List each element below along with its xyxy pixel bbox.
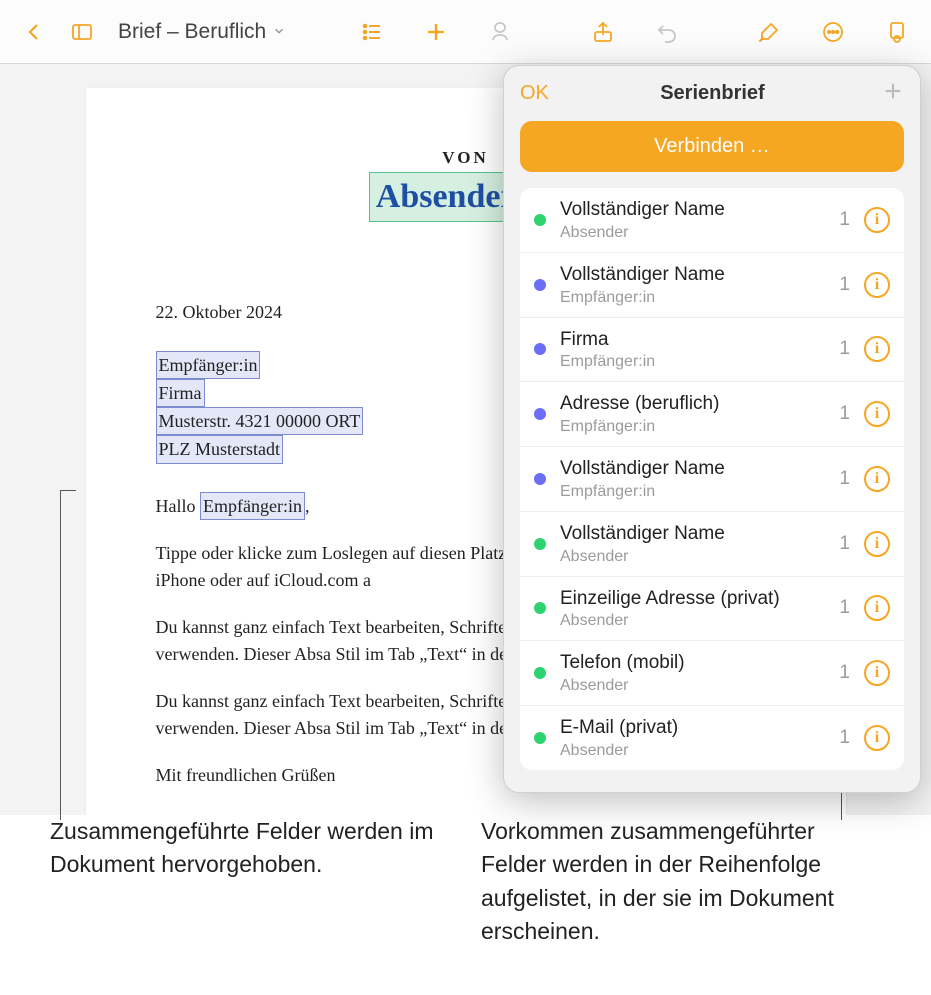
info-icon[interactable]: i: [864, 207, 890, 233]
field-sub: Absender: [560, 742, 825, 760]
field-text: FirmaEmpfänger:in: [560, 328, 825, 372]
merge-field-row[interactable]: Vollständiger Name Absender 1i: [520, 188, 904, 253]
color-dot: [534, 279, 546, 291]
field-text: Vollständiger Name Absender: [560, 198, 825, 242]
connect-button[interactable]: Verbinden …: [520, 121, 904, 172]
info-icon[interactable]: i: [864, 531, 890, 557]
field-name: Telefon (mobil): [560, 651, 825, 675]
field-sub: Absender: [560, 548, 825, 566]
sidebar-icon[interactable]: [62, 12, 102, 52]
field-sub: Absender: [560, 612, 825, 630]
callout-leader: [60, 490, 61, 820]
field-text: Vollständiger Name Empfänger:in: [560, 263, 825, 307]
field-text: Vollständiger Name Absender: [560, 522, 825, 566]
field-sub: Empfänger:in: [560, 289, 825, 307]
field-text: Vollständiger Name Empfänger:in: [560, 457, 825, 501]
merge-field-row[interactable]: E-Mail (privat) Absender 1i: [520, 706, 904, 770]
info-icon[interactable]: i: [864, 725, 890, 751]
merge-field-row[interactable]: Einzeilige Adresse (privat)Absender 1i: [520, 577, 904, 642]
callout-leader: [60, 490, 76, 491]
field-name: Vollständiger Name: [560, 263, 825, 287]
merge-field-address1[interactable]: Musterstr. 4321 00000 ORT: [156, 407, 364, 435]
field-count: 1: [839, 274, 850, 296]
info-icon[interactable]: i: [864, 401, 890, 427]
field-text: Telefon (mobil) Absender: [560, 651, 825, 695]
info-icon[interactable]: i: [864, 660, 890, 686]
color-dot: [534, 408, 546, 420]
merge-field-recipient-name[interactable]: Empfänger:in: [156, 351, 261, 379]
info-icon[interactable]: i: [864, 336, 890, 362]
field-name: E-Mail (privat): [560, 716, 825, 740]
color-dot: [534, 214, 546, 226]
field-sub: Absender: [560, 224, 825, 242]
merge-field-row[interactable]: Adresse (beruflich) Empfänger:in 1i: [520, 382, 904, 447]
merge-field-row[interactable]: FirmaEmpfänger:in 1i: [520, 318, 904, 383]
field-name: Firma: [560, 328, 825, 352]
collaborate-icon[interactable]: [480, 12, 520, 52]
document-title-text: Brief – Beruflich: [118, 20, 266, 44]
field-sub: Empfänger:in: [560, 418, 825, 436]
chevron-down-icon: [272, 20, 286, 44]
color-dot: [534, 602, 546, 614]
field-count: 1: [839, 403, 850, 425]
add-icon[interactable]: [416, 12, 456, 52]
callout-area: Zusammengeführte Felder werden im Dokume…: [0, 815, 931, 948]
merge-field-company[interactable]: Firma: [156, 379, 205, 407]
field-count: 1: [839, 209, 850, 231]
document-title[interactable]: Brief – Beruflich: [118, 20, 286, 44]
greeting-pre: Hallo: [156, 496, 201, 516]
info-icon[interactable]: i: [864, 466, 890, 492]
toolbar: Brief – Beruflich: [0, 0, 931, 64]
field-name: Vollständiger Name: [560, 522, 825, 546]
color-dot: [534, 343, 546, 355]
field-text: Einzeilige Adresse (privat)Absender: [560, 587, 825, 631]
panel-ok-button[interactable]: OK: [520, 82, 549, 105]
panel-add-button[interactable]: [876, 80, 904, 107]
color-dot: [534, 538, 546, 550]
merge-field-address2[interactable]: PLZ Musterstadt: [156, 435, 284, 463]
greeting-post: ,: [305, 496, 310, 516]
field-count: 1: [839, 468, 850, 490]
merge-field-greeting-recipient[interactable]: Empfänger:in: [200, 492, 305, 520]
field-sub: Absender: [560, 677, 825, 695]
panel-title: Serienbrief: [549, 82, 876, 105]
merge-field-row[interactable]: Vollständiger Name Absender 1i: [520, 512, 904, 577]
field-name: Adresse (beruflich): [560, 392, 825, 416]
color-dot: [534, 473, 546, 485]
list-icon[interactable]: [352, 12, 392, 52]
field-name: Vollständiger Name: [560, 457, 825, 481]
color-dot: [534, 667, 546, 679]
more-icon[interactable]: [813, 12, 853, 52]
field-count: 1: [839, 338, 850, 360]
info-icon[interactable]: i: [864, 272, 890, 298]
merge-field-list: Vollständiger NameAbsender1iVollständige…: [520, 188, 904, 770]
color-dot: [534, 732, 546, 744]
field-count: 1: [839, 662, 850, 684]
field-count: 1: [839, 597, 850, 619]
back-icon[interactable]: [14, 12, 54, 52]
field-text: Adresse (beruflich) Empfänger:in: [560, 392, 825, 436]
mail-merge-panel: OK Serienbrief Verbinden … Vollständiger…: [503, 65, 921, 793]
undo-icon[interactable]: [647, 12, 687, 52]
share-icon[interactable]: [583, 12, 623, 52]
document-options-icon[interactable]: [877, 12, 917, 52]
field-name: Vollständiger Name: [560, 198, 825, 222]
merge-field-row[interactable]: Vollständiger Name Empfänger:in 1i: [520, 447, 904, 512]
field-count: 1: [839, 533, 850, 555]
format-brush-icon[interactable]: [749, 12, 789, 52]
callout-right: Vorkommen zusammengeführter Felder werde…: [481, 815, 881, 948]
callout-left: Zusammengeführte Felder werden im Dokume…: [50, 815, 450, 948]
info-icon[interactable]: i: [864, 595, 890, 621]
field-sub: Empfänger:in: [560, 353, 825, 371]
field-name: Einzeilige Adresse (privat): [560, 587, 825, 611]
field-text: E-Mail (privat) Absender: [560, 716, 825, 760]
field-sub: Empfänger:in: [560, 483, 825, 501]
merge-field-row[interactable]: Vollständiger Name Empfänger:in 1i: [520, 253, 904, 318]
merge-field-row[interactable]: Telefon (mobil) Absender 1i: [520, 641, 904, 706]
field-count: 1: [839, 727, 850, 749]
